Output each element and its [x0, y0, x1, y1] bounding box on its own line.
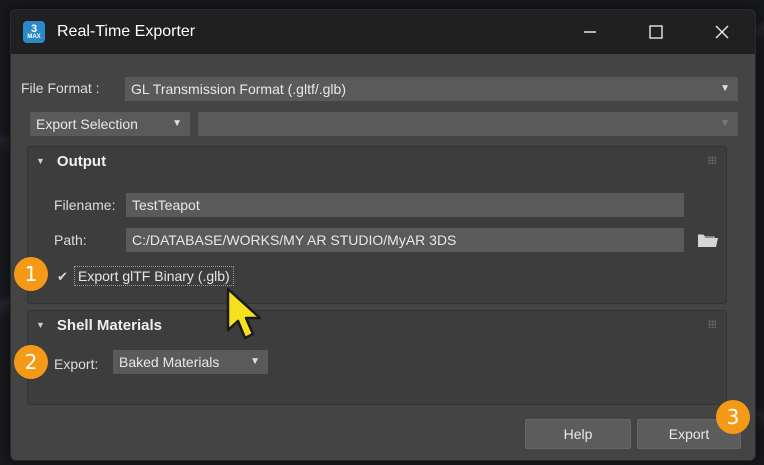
dropdown-arrow-icon: ▼ [720, 83, 730, 94]
output-panel-header[interactable]: ▼ Output [28, 147, 726, 175]
title-bar[interactable]: 3 MAX Real-Time Exporter [11, 10, 755, 54]
selection-secondary-dropdown[interactable]: ▼ [198, 112, 738, 136]
annotation-badge-2: 2 [14, 345, 48, 379]
binary-checkbox-label[interactable]: Export glTF Binary (.glb) [74, 266, 234, 286]
collapse-icon: ▼ [36, 320, 45, 330]
file-format-label: File Format : [21, 80, 100, 96]
exporter-dialog: 3 MAX Real-Time Exporter File Format : G… [10, 9, 756, 461]
mouse-cursor-icon [226, 287, 262, 340]
shell-materials-panel: ▼ Shell Materials Export: Baked Material… [27, 310, 727, 405]
path-label: Path: [54, 232, 87, 248]
minimize-button[interactable] [557, 10, 623, 54]
path-input[interactable]: C:/DATABASE/WORKS/MY AR STUDIO/MyAR 3DS [126, 228, 684, 252]
minimize-icon [584, 31, 596, 33]
export-selection-dropdown[interactable]: Export Selection ▼ [30, 112, 190, 136]
annotation-badge-1: 1 [14, 257, 48, 291]
maximize-icon [649, 25, 663, 39]
close-icon [715, 25, 729, 39]
annotation-badge-3: 3 [716, 400, 750, 434]
output-panel: ▼ Output Filename: TestTeapot Path: C:/D… [27, 146, 727, 304]
dropdown-arrow-icon: ▼ [172, 118, 182, 129]
dropdown-arrow-icon: ▼ [720, 118, 730, 129]
shell-materials-panel-header[interactable]: ▼ Shell Materials [28, 311, 726, 339]
shell-materials-panel-title: Shell Materials [56, 316, 162, 334]
binary-checkbox[interactable]: ✔ [57, 269, 68, 285]
collapse-icon: ▼ [36, 156, 45, 166]
file-format-dropdown[interactable]: GL Transmission Format (.gltf/.glb) ▼ [125, 77, 738, 101]
folder-icon[interactable] [697, 231, 719, 249]
materials-export-label: Export: [54, 356, 99, 372]
filename-input[interactable]: TestTeapot [126, 193, 684, 217]
file-format-value: GL Transmission Format (.gltf/.glb) [131, 81, 346, 97]
filename-label: Filename: [54, 197, 116, 213]
close-button[interactable] [689, 10, 755, 54]
help-button[interactable]: Help [525, 419, 631, 449]
window-title: Real-Time Exporter [57, 23, 196, 40]
materials-export-dropdown[interactable]: Baked Materials ▼ [113, 350, 268, 374]
export-selection-value: Export Selection [36, 116, 138, 132]
dropdown-arrow-icon: ▼ [250, 356, 260, 367]
maximize-button[interactable] [623, 10, 689, 54]
app-icon: 3 MAX [23, 21, 45, 43]
materials-export-value: Baked Materials [119, 354, 220, 370]
output-panel-title: Output [56, 152, 107, 170]
drag-grip-icon[interactable] [708, 320, 716, 328]
drag-grip-icon[interactable] [708, 156, 716, 164]
